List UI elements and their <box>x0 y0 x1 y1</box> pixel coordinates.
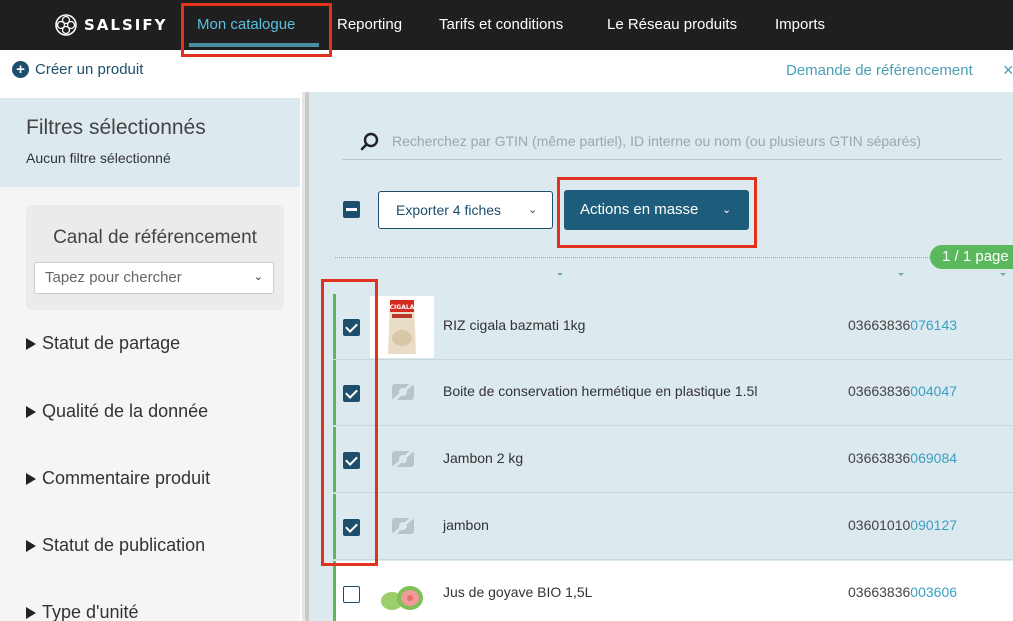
row-accent-bar <box>333 494 336 559</box>
filter-commentaire-produit[interactable]: Commentaire produit <box>26 468 210 489</box>
canal-referencement-box: Canal de référencement Tapez pour cherch… <box>26 205 284 310</box>
salsify-logo[interactable]: SALSIFY <box>54 12 167 38</box>
filters-sidebar: Filtres sélectionnés Aucun filtre sélect… <box>0 98 300 621</box>
product-gtin[interactable]: 03663836004047 <box>848 383 957 399</box>
triangle-right-icon <box>26 539 36 552</box>
table-row[interactable]: Jambon 2 kg 03663836069084 <box>333 427 1013 493</box>
row-accent-bar <box>333 360 336 425</box>
nav-tarifs-et-conditions[interactable]: Tarifs et conditions <box>439 0 563 50</box>
filter-label: Commentaire produit <box>42 468 211 488</box>
product-gtin[interactable]: 03663836003606 <box>848 584 957 600</box>
sort-caret-icon[interactable] <box>557 273 563 276</box>
filter-label: Type d'unité <box>42 602 139 621</box>
salsify-logo-icon <box>55 14 77 36</box>
rice-bag-product-image: CIGALA <box>370 296 434 358</box>
page-indicator-badge: 1 / 1 page <box>930 245 1013 269</box>
chevron-down-icon: ⌄ <box>253 271 263 283</box>
row-checkbox[interactable] <box>343 385 360 402</box>
no-image-icon <box>388 512 418 540</box>
pagination-divider <box>335 257 930 258</box>
select-all-checkbox[interactable] <box>343 201 360 218</box>
product-name[interactable]: Jambon 2 kg <box>443 450 523 466</box>
filter-type-unite[interactable]: Type d'unité <box>26 602 139 621</box>
triangle-right-icon <box>26 337 36 350</box>
filter-label: Qualité de la donnée <box>42 401 209 421</box>
row-checkbox[interactable] <box>343 452 360 469</box>
referencing-request-link[interactable]: Demande de référencement <box>786 62 973 79</box>
sidebar-scrollbar-thumb[interactable] <box>305 92 309 621</box>
guava-product-image <box>381 586 423 610</box>
nav-reseau-produits[interactable]: Le Réseau produits <box>607 0 737 50</box>
export-button[interactable]: Exporter 4 fiches ⌄ <box>378 191 553 229</box>
table-row[interactable]: jambon 03601010090127 <box>333 494 1013 560</box>
row-checkbox[interactable] <box>343 586 360 603</box>
row-accent-bar <box>333 561 336 621</box>
action-subbar: + Créer un produit Demande de référencem… <box>0 50 1013 92</box>
plus-circle-icon: + <box>12 61 29 78</box>
canal-search-select[interactable]: Tapez pour chercher ⌄ <box>34 262 274 294</box>
no-image-icon <box>388 378 418 406</box>
product-gtin[interactable]: 03601010090127 <box>848 517 957 533</box>
nav-reporting[interactable]: Reporting <box>337 0 402 50</box>
table-row[interactable]: Boite de conservation hermétique en plas… <box>333 360 1013 426</box>
sort-caret-icon[interactable] <box>1000 273 1006 276</box>
svg-text:CIGALA: CIGALA <box>390 304 415 311</box>
selected-filters-panel: Filtres sélectionnés Aucun filtre sélect… <box>0 98 300 187</box>
search-input[interactable] <box>392 126 992 156</box>
triangle-right-icon <box>26 606 36 619</box>
product-gtin[interactable]: 03663836069084 <box>848 450 957 466</box>
top-navigation-bar: SALSIFY Mon catalogue Reporting Tarifs e… <box>0 0 1013 50</box>
search-bar <box>342 124 1002 160</box>
sort-caret-icon[interactable] <box>898 273 904 276</box>
canal-referencement-title: Canal de référencement <box>53 227 257 248</box>
row-accent-bar <box>333 427 336 492</box>
filter-label: Statut de publication <box>42 535 206 555</box>
product-name[interactable]: Jus de goyave BIO 1,5L <box>443 584 592 600</box>
product-name[interactable]: jambon <box>443 517 489 533</box>
chevron-down-icon: ⌄ <box>722 204 732 216</box>
selected-filters-title: Filtres sélectionnés <box>26 116 206 139</box>
product-name[interactable]: RIZ cigala bazmati 1kg <box>443 317 585 333</box>
product-name[interactable]: Boite de conservation hermétique en plas… <box>443 383 757 399</box>
row-checkbox[interactable] <box>343 519 360 536</box>
active-nav-underline <box>189 43 319 47</box>
export-label: Exporter 4 fiches <box>396 202 502 218</box>
nav-imports[interactable]: Imports <box>775 0 825 50</box>
filter-statut-de-partage[interactable]: Statut de partage <box>26 333 180 354</box>
filter-label: Statut de partage <box>42 333 181 353</box>
row-accent-bar <box>333 294 336 359</box>
no-image-icon <box>388 445 418 473</box>
triangle-right-icon <box>26 472 36 485</box>
logo-text: SALSIFY <box>84 16 168 34</box>
filter-statut-publication[interactable]: Statut de publication <box>26 535 205 556</box>
triangle-right-icon <box>26 405 36 418</box>
chevron-down-icon: ⌄ <box>528 204 538 216</box>
search-icon <box>360 132 379 151</box>
create-product-label: Créer un produit <box>35 61 144 78</box>
mass-actions-label: Actions en masse <box>580 201 699 218</box>
product-gtin[interactable]: 03663836076143 <box>848 317 957 333</box>
close-icon[interactable]: × <box>1003 60 1013 81</box>
table-row[interactable]: CIGALA RIZ cigala bazmati 1kg 0366383607… <box>333 294 1013 360</box>
row-checkbox[interactable] <box>343 319 360 336</box>
table-row[interactable]: Jus de goyave BIO 1,5L 03663836003606 <box>333 561 1013 621</box>
no-filter-text: Aucun filtre sélectionné <box>26 150 171 166</box>
filter-qualite-donnee[interactable]: Qualité de la donnée <box>26 401 208 422</box>
canal-select-placeholder: Tapez pour chercher <box>45 269 182 286</box>
mass-actions-button[interactable]: Actions en masse ⌄ <box>564 190 749 230</box>
create-product-button[interactable]: + Créer un produit <box>12 61 143 78</box>
